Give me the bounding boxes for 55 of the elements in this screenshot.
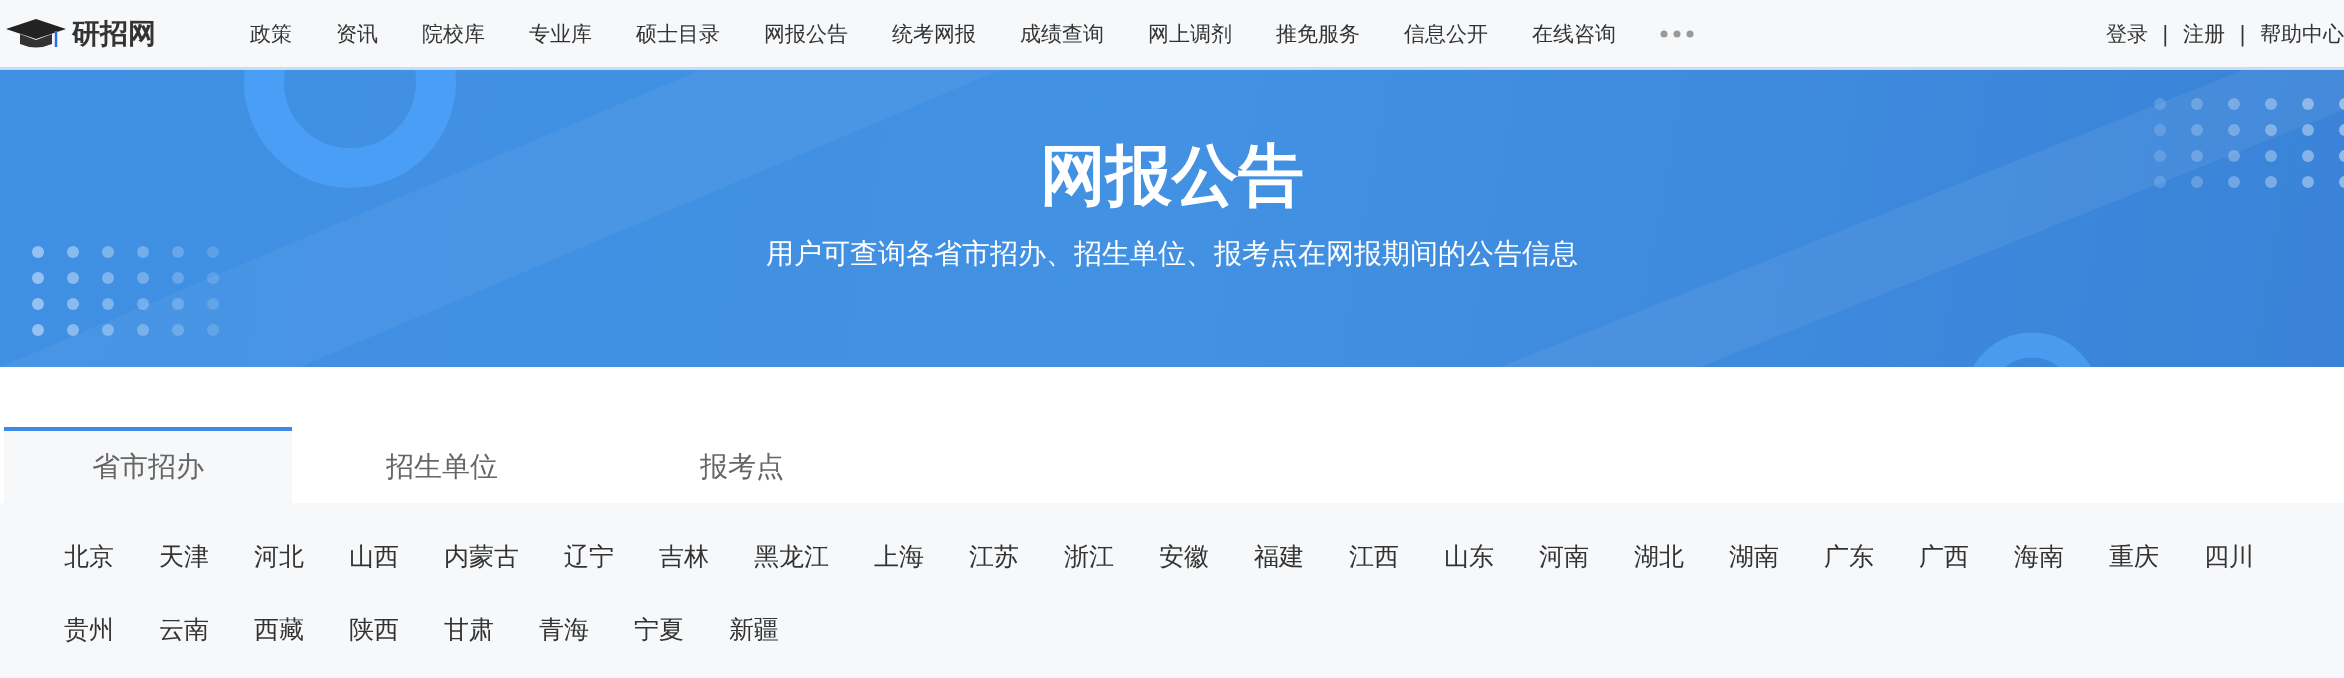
separator: | <box>2161 21 2169 46</box>
province-link[interactable]: 海南 <box>2014 539 2064 574</box>
province-link[interactable]: 陕西 <box>349 612 399 647</box>
separator: | <box>2238 21 2246 46</box>
nav-link[interactable]: 院校库 <box>422 19 485 48</box>
nav-link[interactable]: 政策 <box>250 19 292 48</box>
province-link[interactable]: 青海 <box>539 612 589 647</box>
province-link[interactable]: 辽宁 <box>564 539 614 574</box>
province-link[interactable]: 黑龙江 <box>754 539 829 574</box>
account-link[interactable]: 帮助中心 <box>2260 19 2344 48</box>
province-link[interactable]: 上海 <box>874 539 924 574</box>
more-icon[interactable] <box>1660 29 1694 38</box>
banner-title: 网报公告 <box>1040 140 1304 213</box>
province-link[interactable]: 北京 <box>64 539 114 574</box>
province-link[interactable]: 天津 <box>159 539 209 574</box>
nav-link[interactable]: 网报公告 <box>764 19 848 48</box>
nav-link[interactable]: 资讯 <box>336 19 378 48</box>
province-link[interactable]: 浙江 <box>1064 539 1114 574</box>
province-link[interactable]: 山东 <box>1444 539 1494 574</box>
province-link[interactable]: 云南 <box>159 612 209 647</box>
province-link[interactable]: 贵州 <box>64 612 114 647</box>
nav-link[interactable]: 成绩查询 <box>1020 19 1104 48</box>
nav-link[interactable]: 硕士目录 <box>636 19 720 48</box>
nav-link[interactable]: 推免服务 <box>1276 19 1360 48</box>
province-link[interactable]: 河南 <box>1539 539 1589 574</box>
province-link[interactable]: 福建 <box>1254 539 1304 574</box>
nav-link[interactable]: 在线咨询 <box>1532 19 1616 48</box>
province-link[interactable]: 江苏 <box>969 539 1019 574</box>
tab[interactable]: 省市招办 <box>4 427 292 503</box>
province-link[interactable]: 山西 <box>349 539 399 574</box>
province-link[interactable]: 新疆 <box>729 612 779 647</box>
site-logo-text[interactable]: 研招网 <box>72 14 156 53</box>
account-link[interactable]: 注册 <box>2182 19 2225 48</box>
account-link[interactable]: 登录 <box>2105 19 2148 48</box>
province-link[interactable]: 甘肃 <box>444 612 494 647</box>
province-link[interactable]: 四川 <box>2204 539 2254 574</box>
nav-link[interactable]: 网上调剂 <box>1148 19 1232 48</box>
banner-subtitle: 用户可查询各省市招办、招生单位、报考点在网报期间的公告信息 <box>766 235 1578 272</box>
province-link[interactable]: 广西 <box>1919 539 1969 574</box>
province-link[interactable]: 内蒙古 <box>444 539 519 574</box>
province-link[interactable]: 湖北 <box>1634 539 1684 574</box>
tab[interactable]: 报考点 <box>592 427 892 503</box>
tab[interactable]: 招生单位 <box>292 427 592 503</box>
province-link[interactable]: 河北 <box>254 539 304 574</box>
nav-link[interactable]: 信息公开 <box>1404 19 1488 48</box>
province-link[interactable]: 广东 <box>1824 539 1874 574</box>
province-link[interactable]: 宁夏 <box>634 612 684 647</box>
province-link[interactable]: 江西 <box>1349 539 1399 574</box>
province-link[interactable]: 西藏 <box>254 612 304 647</box>
province-link[interactable]: 湖南 <box>1729 539 1779 574</box>
province-link[interactable]: 安徽 <box>1159 539 1209 574</box>
nav-link[interactable]: 专业库 <box>529 19 592 48</box>
nav-link[interactable]: 统考网报 <box>892 19 976 48</box>
province-link[interactable]: 重庆 <box>2109 539 2159 574</box>
province-link[interactable]: 吉林 <box>659 539 709 574</box>
